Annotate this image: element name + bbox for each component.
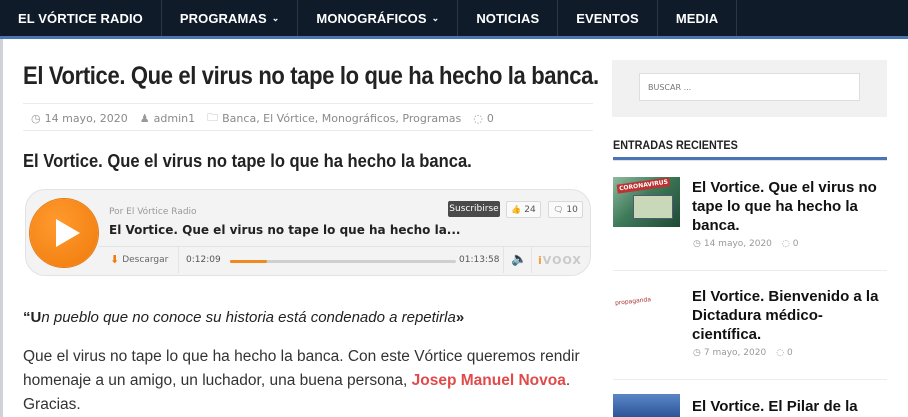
clock-icon: ◷ [31,112,41,125]
nav-item-eventos[interactable]: EVENTOS [558,0,658,36]
download-label: Descargar [122,254,169,265]
post-quote: “Un pueblo que no conoce su historia est… [23,309,464,326]
nav-item-noticias[interactable]: NOTICIAS [458,0,559,36]
post-author[interactable]: admin1 [154,112,195,125]
search-widget [612,60,887,117]
play-button[interactable] [30,199,98,267]
nav-item-label: MONOGRÁFICOS [316,10,427,26]
post-categories[interactable]: Banca, El Vórtice, Monográficos, Program… [222,112,461,125]
divider [503,247,504,273]
episode-title[interactable]: El Vortice. Que el virus no tape lo que … [109,223,460,237]
recent-post-meta: ◷ 14 mayo, 2020 ◌ 0 [693,239,799,249]
comment-icon: ◌ [473,112,483,125]
player-controls: ⬇ Descargar 0:12:09 01:13:58 🔈 iVOOX [98,246,591,274]
quote-open: “U [23,309,42,326]
recent-post-title[interactable]: El Vortice. Bienvenido a la Dictadura mé… [692,287,888,344]
thumbs-up-icon: 👍 [511,205,522,214]
player-comment-count: 10 [566,204,578,215]
recent-post-comments[interactable]: 0 [793,239,799,249]
divider [531,247,532,273]
recent-post-date: 14 mayo, 2020 [703,239,772,249]
clock-icon: ◷ [693,239,701,249]
recent-post-thumbnail[interactable] [613,394,680,417]
chevron-down-icon: ⌄ [431,12,440,23]
quote-text: n pueblo que no conoce su historia está … [41,309,456,326]
recent-post-meta: ◷ 7 mayo, 2020 ◌ 0 [693,348,793,358]
divider [23,103,593,104]
post-subheading: El Vortice. Que el virus no tape lo que … [23,151,472,171]
player-author[interactable]: Por El Vórtice Radio [109,207,197,217]
post-meta: ◷ 14 mayo, 2020 ♟ admin1 🗀 Banca, El Vór… [31,109,506,128]
recent-post-date: 7 mayo, 2020 [703,348,767,358]
nav-item-el-vortice-radio[interactable]: EL VÓRTICE RADIO [0,0,162,36]
nav-item-label: MEDIA [675,10,719,26]
chat-icon: 🗨 [553,205,564,214]
thumbnail-tag: propaganda [614,296,652,307]
recent-post-thumbnail[interactable]: CORONAVIRUS [613,177,680,227]
divider [613,379,887,380]
page-edge [0,39,3,417]
volume-icon[interactable]: 🔈 [511,252,527,267]
divider [23,130,593,131]
search-input[interactable] [639,73,860,101]
download-button[interactable]: ⬇ Descargar [110,253,168,266]
divider [613,270,887,271]
recent-posts-heading: ENTRADAS RECIENTES [613,138,738,152]
banknote-image [633,195,673,219]
divider [613,160,887,161]
like-button[interactable]: 👍 24 [506,201,541,218]
user-icon: ♟ [139,112,150,125]
nav-accent-bar [0,36,908,39]
nav-item-label: EVENTOS [576,10,639,26]
recent-post-title[interactable]: El Vortice. Que el virus no tape lo que … [692,178,888,235]
clock-icon: ◷ [693,348,701,358]
ivoox-logo[interactable]: iVOOX [538,254,582,267]
nav-item-monograficos[interactable]: MONOGRÁFICOS ⌄ [298,0,459,36]
ivoox-logo-text: VOOX [542,254,582,267]
recent-post-thumbnail[interactable]: propaganda [613,290,680,340]
post-title: El Vortice. Que el virus no tape lo que … [23,62,599,90]
thumbnail-tag: CORONAVIRUS [616,177,671,194]
post-date: 14 mayo, 2020 [44,112,128,125]
top-nav: EL VÓRTICE RADIO PROGRAMAS ⌄ MONOGRÁFICO… [0,0,908,36]
nav-item-label: EL VÓRTICE RADIO [18,10,143,26]
audio-player: Por El Vórtice Radio El Vortice. Que el … [25,189,591,276]
nav-item-label: NOTICIAS [476,10,540,26]
recent-post-title[interactable]: El Vortice. El Pilar de la [692,397,888,416]
player-comments-button[interactable]: 🗨 10 [548,201,583,218]
comment-icon: ◌ [781,239,790,249]
nav-item-label: PROGRAMAS [179,10,267,26]
folder-icon: 🗀 [207,111,219,124]
comment-icon: ◌ [776,348,785,358]
like-count: 24 [524,204,536,215]
seek-bar[interactable] [230,260,456,263]
seek-progress [230,260,268,263]
nav-item-media[interactable]: MEDIA [658,0,738,36]
post-comment-count[interactable]: 0 [487,112,494,125]
post-paragraph: Que el virus no tape lo que ha hecho la … [23,345,591,417]
subscribe-button[interactable]: Suscribirse [448,201,500,217]
time-total: 01:13:58 [459,255,500,265]
quote-close: » [455,309,465,326]
nav-item-programas[interactable]: PROGRAMAS ⌄ [162,0,299,36]
chevron-down-icon: ⌄ [271,12,280,23]
person-link[interactable]: Josep Manuel Novoa [412,372,566,389]
recent-post-comments[interactable]: 0 [787,348,793,358]
time-current: 0:12:09 [186,255,221,265]
divider [178,247,179,273]
download-icon: ⬇ [110,253,120,266]
